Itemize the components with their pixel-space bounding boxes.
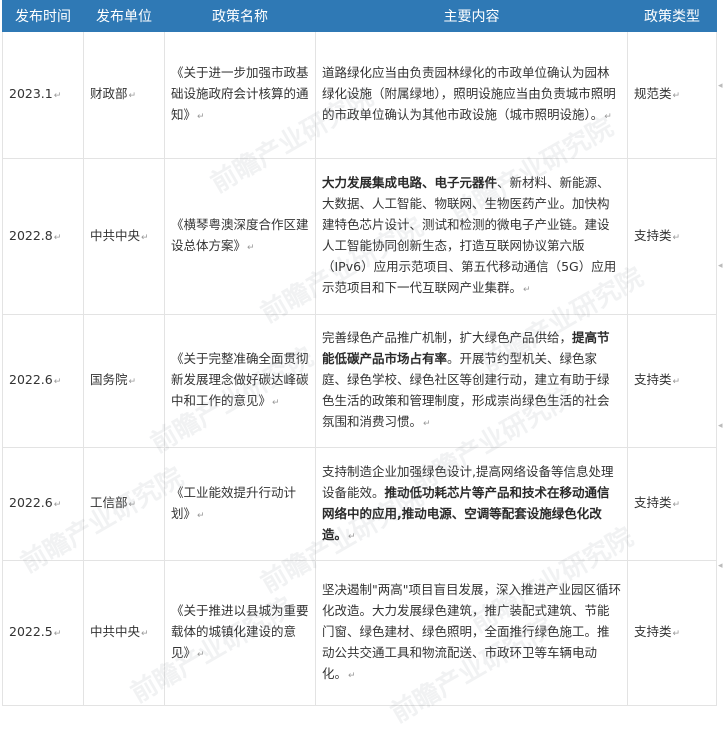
paragraph-mark-icon: ◂ bbox=[718, 81, 723, 91]
cell-org: 财政部↵ bbox=[83, 31, 165, 159]
return-mark-icon: ↵ bbox=[604, 112, 612, 122]
return-mark-icon: ↵ bbox=[53, 500, 62, 510]
return-mark-icon: ↵ bbox=[348, 531, 356, 542]
return-mark-icon: ↵ bbox=[53, 91, 62, 101]
content-bold-segment: 大力发展集成电路、电子元器件 bbox=[322, 175, 498, 190]
cell-policy-name-text: 《关于推进以县城为重要载体的城镇化建设的意见》 bbox=[171, 603, 309, 660]
cell-policy-name: 《横琴粤澳深度合作区建设总体方案》↵ bbox=[164, 158, 316, 315]
cell-org-text: 中共中央 bbox=[90, 624, 141, 639]
cell-date-text: 2022.8 bbox=[9, 227, 53, 243]
cell-policy-name-text: 《关于完整准确全面贯彻新发展理念做好碳达峰碳中和工作的意见》 bbox=[171, 351, 309, 408]
return-mark-icon: ↵ bbox=[672, 377, 681, 387]
cell-org: 中共中央↵ bbox=[83, 560, 165, 706]
cell-policy-name-text: 《横琴粤澳深度合作区建设总体方案》 bbox=[171, 217, 309, 253]
cell-policy-name: 《关于完整准确全面贯彻新发展理念做好碳达峰碳中和工作的意见》↵ bbox=[164, 314, 316, 448]
cell-org-text: 工信部 bbox=[90, 495, 128, 510]
return-mark-icon: ↵ bbox=[672, 91, 681, 101]
table-row: 2022.6↵ 工信部↵ 《工业能效提升行动计划》↵ 支持制造企业加强绿色设计,提高网… bbox=[2, 447, 717, 561]
cell-org-text: 中共中央 bbox=[90, 227, 141, 243]
header-policy-name: 政策名称 bbox=[164, 0, 316, 32]
return-mark-icon: ↵ bbox=[672, 500, 681, 510]
table-body: 2023.1↵ 财政部↵ 《关于进一步加强市政基础设施政府会计核算的通知》↵ 道路绿化… bbox=[2, 31, 717, 706]
cell-content: 大力发展集成电路、电子元器件、新材料、新能源、大数据、人工智能、物联网、生物医药… bbox=[315, 158, 628, 315]
cell-content: 道路绿化应当由负责园林绿化的市政单位确认为园林绿化设施（附属绿地），照明设施应当… bbox=[315, 31, 628, 159]
cell-type: 支持类↵ bbox=[627, 447, 717, 561]
header-type: 政策类型 bbox=[627, 0, 717, 32]
cell-org: 国务院↵ bbox=[83, 314, 165, 448]
paragraph-mark-icon: ◂ bbox=[718, 561, 723, 571]
cell-policy-name: 《关于推进以县城为重要载体的城镇化建设的意见》↵ bbox=[164, 560, 316, 706]
cell-type: 规范类↵ bbox=[627, 31, 717, 159]
return-mark-icon: ↵ bbox=[53, 377, 62, 387]
cell-type-text: 支持类 bbox=[634, 624, 672, 639]
cell-org-text: 财政部 bbox=[90, 86, 128, 101]
cell-org-text: 国务院 bbox=[90, 372, 128, 387]
cell-date-text: 2022.5 bbox=[9, 624, 53, 639]
return-mark-icon: ↵ bbox=[197, 510, 205, 521]
header-row: 发布时间 发布单位 政策名称 主要内容 政策类型 bbox=[2, 0, 717, 32]
return-mark-icon: ↵ bbox=[197, 650, 205, 660]
cell-policy-name: 《工业能效提升行动计划》↵ bbox=[164, 447, 316, 561]
cell-date: 2022.8↵ bbox=[2, 158, 84, 315]
cell-policy-name: 《关于进一步加强市政基础设施政府会计核算的通知》↵ bbox=[164, 31, 316, 159]
table-row: 2022.6↵ 国务院↵ 《关于完整准确全面贯彻新发展理念做好碳达峰碳中和工作的意见… bbox=[2, 314, 717, 448]
cell-type: 支持类↵ bbox=[627, 314, 717, 448]
return-mark-icon: ↵ bbox=[672, 232, 681, 243]
cell-org: 工信部↵ bbox=[83, 447, 165, 561]
content-segment: 完善绿色产品推广机制，扩大绿色产品供给， bbox=[322, 330, 573, 345]
table-row: 2022.5↵ 中共中央↵ 《关于推进以县城为重要载体的城镇化建设的意见》↵ 坚决遏制… bbox=[2, 560, 717, 706]
table-row: 2022.8↵ 中共中央↵ 《横琴粤澳深度合作区建设总体方案》↵ 大力发展集成电路、电… bbox=[2, 158, 717, 315]
return-mark-icon: ↵ bbox=[141, 629, 149, 639]
return-mark-icon: ↵ bbox=[197, 112, 205, 122]
cell-type: 支持类↵ bbox=[627, 560, 717, 706]
return-mark-icon: ↵ bbox=[128, 377, 137, 387]
return-mark-icon: ↵ bbox=[348, 671, 356, 681]
return-mark-icon: ↵ bbox=[53, 232, 62, 243]
cell-content: 支持制造企业加强绿色设计,提高网络设备等信息处理设备能效。推动低功耗芯片等产品和… bbox=[315, 447, 628, 561]
paragraph-mark-icon: ◂ bbox=[718, 421, 723, 431]
return-mark-icon: ↵ bbox=[247, 243, 255, 253]
cell-type-text: 支持类 bbox=[634, 495, 672, 510]
cell-org: 中共中央↵ bbox=[83, 158, 165, 315]
content-segment: 道路绿化应当由负责园林绿化的市政单位确认为园林绿化设施（附属绿地），照明设施应当… bbox=[322, 65, 616, 122]
content-segment: 坚决遏制"两高"项目盲目发展，深入推进产业园区循环化改造。大力发展绿色建筑，推广… bbox=[322, 582, 622, 681]
table-row: 2023.1↵ 财政部↵ 《关于进一步加强市政基础设施政府会计核算的通知》↵ 道路绿化… bbox=[2, 31, 717, 159]
cell-type: 支持类↵ bbox=[627, 158, 717, 315]
table-header: 发布时间 发布单位 政策名称 主要内容 政策类型 bbox=[2, 0, 717, 32]
return-mark-icon: ↵ bbox=[128, 500, 137, 510]
cell-date: 2023.1↵ bbox=[2, 31, 84, 159]
cell-policy-name-text: 《关于进一步加强市政基础设施政府会计核算的通知》 bbox=[171, 65, 309, 122]
cell-content: 坚决遏制"两高"项目盲目发展，深入推进产业园区循环化改造。大力发展绿色建筑，推广… bbox=[315, 560, 628, 706]
cell-type-text: 规范类 bbox=[634, 86, 672, 101]
cell-date-text: 2023.1 bbox=[9, 86, 53, 101]
cell-date-text: 2022.6 bbox=[9, 495, 53, 510]
cell-date: 2022.6↵ bbox=[2, 314, 84, 448]
header-content: 主要内容 bbox=[315, 0, 628, 32]
cell-date: 2022.6↵ bbox=[2, 447, 84, 561]
cell-date-text: 2022.6 bbox=[9, 372, 53, 387]
cell-type-text: 支持类 bbox=[634, 227, 672, 243]
policy-table: 发布时间 发布单位 政策名称 主要内容 政策类型 2023.1↵ 财政部↵ 《关于进… bbox=[2, 0, 717, 706]
paragraph-mark-icon: ◂ bbox=[718, 261, 723, 271]
header-date: 发布时间 bbox=[2, 0, 84, 32]
content-segment: 、新材料、新能源、大数据、人工智能、物联网、生物医药产业。加快构建特色芯片设计、… bbox=[322, 175, 617, 295]
return-mark-icon: ↵ bbox=[672, 629, 681, 639]
return-mark-icon: ↵ bbox=[272, 398, 280, 408]
cell-policy-name-text: 《工业能效提升行动计划》 bbox=[171, 484, 297, 521]
cell-content: 完善绿色产品推广机制，扩大绿色产品供给，提高节能低碳产品市场占有率。开展节约型机… bbox=[315, 314, 628, 448]
return-mark-icon: ↵ bbox=[141, 232, 149, 243]
return-mark-icon: ↵ bbox=[128, 91, 137, 101]
return-mark-icon: ↵ bbox=[423, 419, 431, 429]
header-org: 发布单位 bbox=[83, 0, 165, 32]
return-mark-icon: ↵ bbox=[53, 629, 62, 639]
return-mark-icon: ↵ bbox=[523, 285, 531, 295]
cell-type-text: 支持类 bbox=[634, 372, 672, 387]
cell-date: 2022.5↵ bbox=[2, 560, 84, 706]
